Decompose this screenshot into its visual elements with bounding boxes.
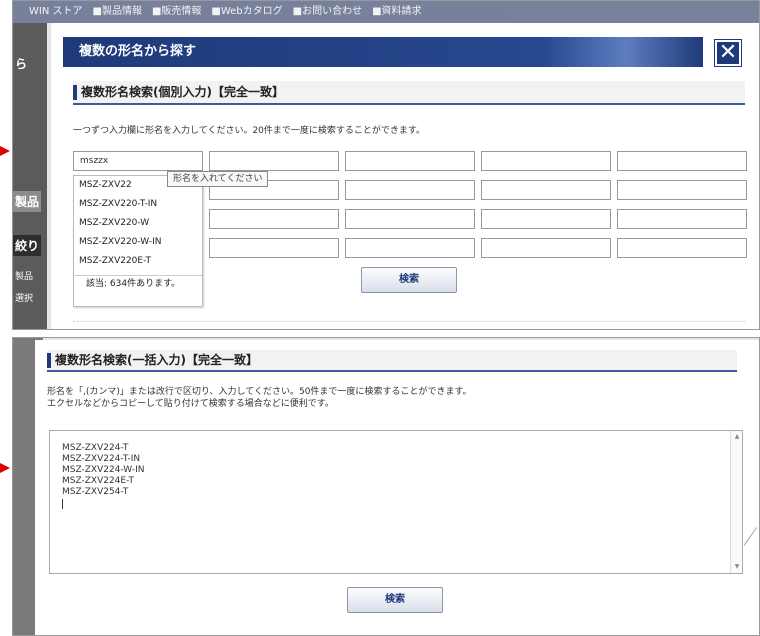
model-input-12[interactable] [209,209,339,229]
model-input-2[interactable] [209,151,339,171]
model-input-19[interactable] [481,238,611,258]
section-title: 複数形名検索(一括入力)【完全一致】 [47,350,737,372]
model-input-20[interactable] [617,238,747,258]
autocomplete-dropdown: MSZ-ZXV22 MSZ-ZXV220-T-IN MSZ-ZXV220-W M… [73,175,203,307]
model-input-3[interactable] [345,151,475,171]
instruction-line: エクセルなどからコピーして貼り付けて検索する場合などに便利です。 [47,399,334,409]
suggestion-item[interactable]: MSZ-ZXV220-W [74,214,202,233]
suggestion-item[interactable]: MSZ-ZXV220-W-IN [74,233,202,252]
instruction-line: 形名を「,(カンマ)」または改行で区切り、入力してください。50件まで一度に検索… [47,387,472,397]
search-button[interactable]: 検索 [347,587,443,613]
model-input-10[interactable] [617,180,747,200]
textarea-line: MSZ-ZXV254-T [62,487,129,497]
model-input-14[interactable] [481,209,611,229]
textarea-line: MSZ-ZXV224-W-IN [62,465,145,475]
background-text: 絞り [13,235,42,256]
textarea-line: MSZ-ZXV224-T-IN [62,454,141,464]
suggestion-item[interactable]: MSZ-ZXV220E-T [74,252,202,271]
scroll-down-icon[interactable]: ▼ [731,561,743,573]
bottom-screenshot: 複数形名検索(一括入力)【完全一致】 形名を「,(カンマ)」または改行で区切り、… [12,337,760,636]
background-text: 製品 [13,191,42,212]
top-screenshot: WIN ストア ■製品情報 ■販売情報 ■Webカタログ ■お問い合わせ ■資料… [12,0,760,330]
modal-title: 複数の形名から探す [63,37,703,67]
textarea-line: MSZ-ZXV224-T [62,443,129,453]
suggestion-item[interactable]: MSZ-ZXV220-T-IN [74,195,202,214]
background-text: 製品 [15,272,34,282]
model-input-17[interactable] [209,238,339,258]
text-caret [62,499,63,509]
model-input-8[interactable] [345,180,475,200]
background-text: 選択 [15,294,34,304]
divider [73,321,745,322]
model-input-4[interactable] [481,151,611,171]
close-icon[interactable]: ✕ [714,39,742,67]
background-left-column: ら 製品 絞り 製品 選択 [13,23,47,329]
input-tooltip: 形名を入れてください [167,171,269,187]
instruction-text: 一つずつ入力欄に形名を入力してください。20件まで一度に検索することができます。 [73,126,426,136]
model-input-18[interactable] [345,238,475,258]
bulk-search-panel: 複数形名検索(一括入力)【完全一致】 形名を「,(カンマ)」または改行で区切り、… [35,340,759,635]
textarea-line: MSZ-ZXV224E-T [62,476,135,486]
instruction-text: 形名を「,(カンマ)」または改行で区切り、入力してください。50件まで一度に検索… [47,386,472,410]
arrow-right-icon [0,463,10,473]
model-input-15[interactable] [617,209,747,229]
scroll-up-icon[interactable]: ▲ [731,431,743,443]
model-input-5[interactable] [617,151,747,171]
search-modal: 複数の形名から探す ✕ 複数形名検索(個別入力)【完全一致】 一つずつ入力欄に形… [51,23,759,329]
model-input-1[interactable]: mszzx [73,151,203,171]
textarea-scrollbar[interactable]: ▲ ▼ [730,431,742,573]
arrow-right-icon [0,146,10,156]
background-text: ら [15,57,28,71]
section-title: 複数形名検索(個別入力)【完全一致】 [73,81,745,105]
model-input-13[interactable] [345,209,475,229]
bulk-model-textarea[interactable]: MSZ-ZXV224-T MSZ-ZXV224-T-IN MSZ-ZXV224-… [49,430,743,574]
background-nav-bar: WIN ストア ■製品情報 ■販売情報 ■Webカタログ ■お問い合わせ ■資料… [13,1,759,23]
suggestion-count: 該当: 634件あります。 [74,275,202,292]
model-input-9[interactable] [481,180,611,200]
search-button[interactable]: 検索 [361,267,457,293]
